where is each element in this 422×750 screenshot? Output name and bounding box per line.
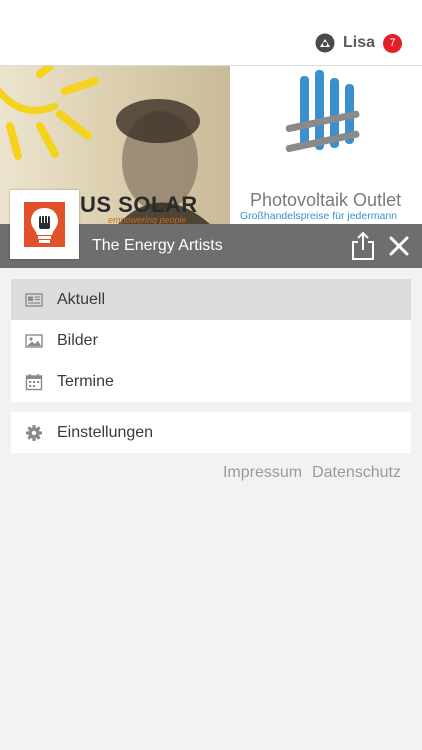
menu-item-einstellungen[interactable]: Einstellungen xyxy=(11,412,411,453)
close-button[interactable] xyxy=(386,233,412,259)
menu-item-label: Bilder xyxy=(57,331,98,349)
user-logo-icon xyxy=(315,33,335,53)
menu-item-label: Aktuell xyxy=(57,290,106,308)
top-bar: Lisa 7 xyxy=(0,0,422,66)
footer-links: Impressum Datenschutz xyxy=(223,464,401,482)
user-menu[interactable]: Lisa 7 xyxy=(315,33,402,53)
share-icon xyxy=(352,231,374,260)
settings-menu: Einstellungen xyxy=(11,412,411,453)
calendar-icon xyxy=(25,373,43,390)
menu-item-label: Termine xyxy=(57,372,114,390)
banner-brand-tagline: empowering people xyxy=(108,215,187,224)
group-logo xyxy=(10,190,79,259)
menu-item-termine[interactable]: Termine xyxy=(11,361,411,402)
menu-item-label: Einstellungen xyxy=(57,423,154,441)
notification-badge[interactable]: 7 xyxy=(383,33,402,53)
newspaper-icon xyxy=(25,292,43,307)
banner-outlet-tagline: Großhandelspreise für jedermann xyxy=(240,210,397,222)
close-icon xyxy=(389,236,409,256)
group-title: The Energy Artists xyxy=(92,237,223,254)
menu-item-aktuell[interactable]: Aktuell xyxy=(11,279,411,320)
lightbulb-fist-icon xyxy=(24,202,65,247)
banner-outlet-logo: Photovoltaik Outlet Großhandelspreise fü… xyxy=(230,66,422,224)
gear-icon xyxy=(26,424,42,441)
user-name: Lisa xyxy=(342,34,375,51)
impressum-link[interactable]: Impressum xyxy=(223,464,302,482)
image-icon xyxy=(25,333,43,348)
datenschutz-link[interactable]: Datenschutz xyxy=(312,464,401,482)
main-menu: Aktuell Bilder Termine xyxy=(11,279,411,402)
menu-item-bilder[interactable]: Bilder xyxy=(11,320,411,361)
share-button[interactable] xyxy=(350,231,376,261)
banner-outlet-name: Photovoltaik Outlet xyxy=(250,190,402,210)
outlet-logo-icon xyxy=(285,70,360,153)
